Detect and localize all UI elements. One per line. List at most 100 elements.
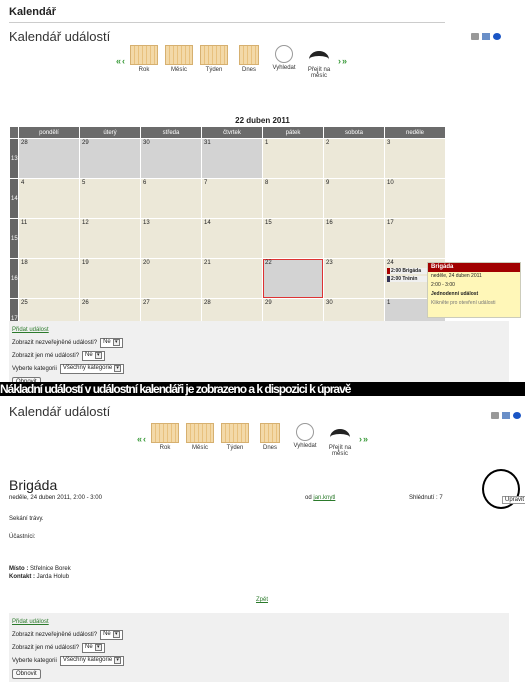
prev-icon[interactable]: ‹ [143, 435, 146, 444]
weekday-header: neděle [384, 126, 446, 139]
calendar-day-cell[interactable]: 6 [140, 178, 202, 219]
goto-month-button[interactable]: Přejít na měsíc [324, 423, 356, 457]
day-number: 26 [82, 300, 89, 306]
day-number: 24 [387, 260, 394, 266]
month-button[interactable]: Měsíc [163, 45, 195, 73]
category-select[interactable]: Všechny kategorie ▾ [59, 655, 125, 666]
view-count: Shlédnutí : 7 [409, 495, 443, 501]
email-icon[interactable] [482, 33, 490, 40]
day-number: 28 [204, 300, 211, 306]
calendar-day-cell[interactable]: 9 [323, 178, 385, 219]
calendar-day-cell[interactable]: 2 [323, 138, 385, 179]
calendar-day-cell[interactable]: 29 [79, 138, 141, 179]
event-meta: neděle, 24 duben 2011, 2:00 - 3:00 od ja… [9, 495, 519, 501]
section-title: Kalendář událostí [9, 29, 111, 44]
calendar-day-cell[interactable]: 16 [323, 218, 385, 259]
event-contact: Kontakt : Jarda Holub [9, 574, 70, 580]
next-year-icon[interactable]: » [342, 57, 347, 66]
info-icon[interactable] [513, 412, 521, 419]
email-icon[interactable] [502, 412, 510, 419]
calendar-day-cell[interactable]: 14 [201, 218, 263, 259]
info-icon[interactable] [493, 33, 501, 40]
print-icon[interactable] [491, 412, 499, 419]
author-link[interactable]: jan.knytl [313, 495, 335, 501]
calendar-day-cell[interactable]: 5 [79, 178, 141, 219]
calendar-day-cell[interactable]: 4 [18, 178, 80, 219]
day-number: 15 [265, 220, 272, 226]
calendar-day-cell[interactable]: 23 [323, 258, 385, 299]
calendar-day-cell[interactable]: 1 [262, 138, 324, 179]
refresh-button[interactable]: Obnovit [12, 668, 41, 679]
calendar-day-cell[interactable]: 18 [18, 258, 80, 299]
unapproved-label: Zobrazit nezveřejněné události? [12, 631, 98, 638]
next-icon[interactable]: › [359, 435, 362, 444]
calendar-day-cell[interactable]: 3 [384, 138, 446, 179]
next-icon[interactable]: › [338, 57, 341, 66]
print-icon[interactable] [471, 33, 479, 40]
goto-month-icon [307, 45, 332, 65]
search-button[interactable]: Vyhledat [289, 423, 321, 449]
calendar-day-cell[interactable]: 15 [262, 218, 324, 259]
category-select[interactable]: Všechny kategorie ▾ [59, 363, 125, 374]
month-button[interactable]: Měsíc [184, 423, 216, 451]
calendar-day-cell[interactable]: 31 [201, 138, 263, 179]
year-button[interactable]: Rok [149, 423, 181, 451]
week-number[interactable]: 13 [9, 138, 19, 179]
filter-form-bottom: Přidat událost Zobrazit nezveřejněné udá… [9, 613, 509, 682]
event-place: Místo : Střelnice Borek [9, 566, 71, 572]
month-caption: 22 duben 2011 [235, 116, 290, 125]
week-number[interactable]: 15 [9, 218, 19, 259]
calendar-day-cell[interactable]: 7 [201, 178, 263, 219]
calendar-day-cell[interactable]: 11 [18, 218, 80, 259]
unapproved-select[interactable]: Ne ▾ [100, 629, 123, 640]
year-button[interactable]: Rok [128, 45, 160, 73]
calendar-grid: pondělí úterý středa čtvrtek pátek sobot… [9, 126, 446, 339]
calendar-day-cell[interactable]: 12 [79, 218, 141, 259]
next-year-icon[interactable]: » [363, 435, 368, 444]
week-button[interactable]: Týden [219, 423, 251, 451]
today-button[interactable]: Dnes [233, 45, 265, 73]
calendar-day-cell[interactable]: 17 [384, 218, 446, 259]
calendar-day-cell[interactable]: 21 [201, 258, 263, 299]
chevron-down-icon: ▾ [114, 657, 122, 664]
week-button[interactable]: Týden [198, 45, 230, 73]
week-col-header [9, 126, 19, 139]
chevron-down-icon: ▾ [94, 644, 102, 651]
title-divider [9, 22, 445, 23]
calendar-day-cell[interactable]: 13 [140, 218, 202, 259]
day-number: 12 [82, 220, 89, 226]
day-number: 29 [82, 140, 89, 146]
prev-year-icon[interactable]: « [116, 57, 121, 66]
calendar-day-cell[interactable]: 30 [140, 138, 202, 179]
calendar-toolbar: «‹ Rok Měsíc Týden Dnes Vyhledat Přejít … [116, 45, 347, 79]
event-tooltip[interactable]: Brigáda neděle, 24 duben 2011 2:00 - 3:0… [427, 262, 521, 318]
back-link[interactable]: Zpět [256, 597, 268, 603]
day-number: 14 [204, 220, 211, 226]
tooltip-line: 2:00 - 3:00 [431, 282, 455, 288]
prev-icon[interactable]: ‹ [122, 57, 125, 66]
calendar-day-cell[interactable]: 20 [140, 258, 202, 299]
prev-year-icon[interactable]: « [137, 435, 142, 444]
only-mine-select[interactable]: Ne ▾ [82, 642, 105, 653]
top-icons [491, 412, 521, 419]
unapproved-select[interactable]: Ne ▾ [100, 337, 123, 348]
week-number[interactable]: 16 [9, 258, 19, 299]
calendar-day-cell[interactable]: 22 [262, 258, 324, 299]
only-mine-select[interactable]: Ne ▾ [82, 350, 105, 361]
edit-button[interactable]: Upravit [502, 496, 525, 504]
calendar-day-cell[interactable]: 19 [79, 258, 141, 299]
week-number[interactable]: 14 [9, 178, 19, 219]
day-number: 18 [21, 260, 28, 266]
goto-month-button[interactable]: Přejít na měsíc [303, 45, 335, 79]
top-icons [471, 33, 501, 40]
weekday-header: čtvrtek [201, 126, 263, 139]
add-event-link[interactable]: Přidat událost [12, 619, 49, 625]
calendar-day-cell[interactable]: 28 [18, 138, 80, 179]
calendar-day-cell[interactable]: 8 [262, 178, 324, 219]
today-button[interactable]: Dnes [254, 423, 286, 451]
category-label: Vyberte kategorii [12, 657, 57, 664]
calendar-day-cell[interactable]: 10 [384, 178, 446, 219]
add-event-link[interactable]: Přidat událost [12, 327, 49, 333]
search-button[interactable]: Vyhledat [268, 45, 300, 71]
day-number: 22 [265, 260, 272, 266]
